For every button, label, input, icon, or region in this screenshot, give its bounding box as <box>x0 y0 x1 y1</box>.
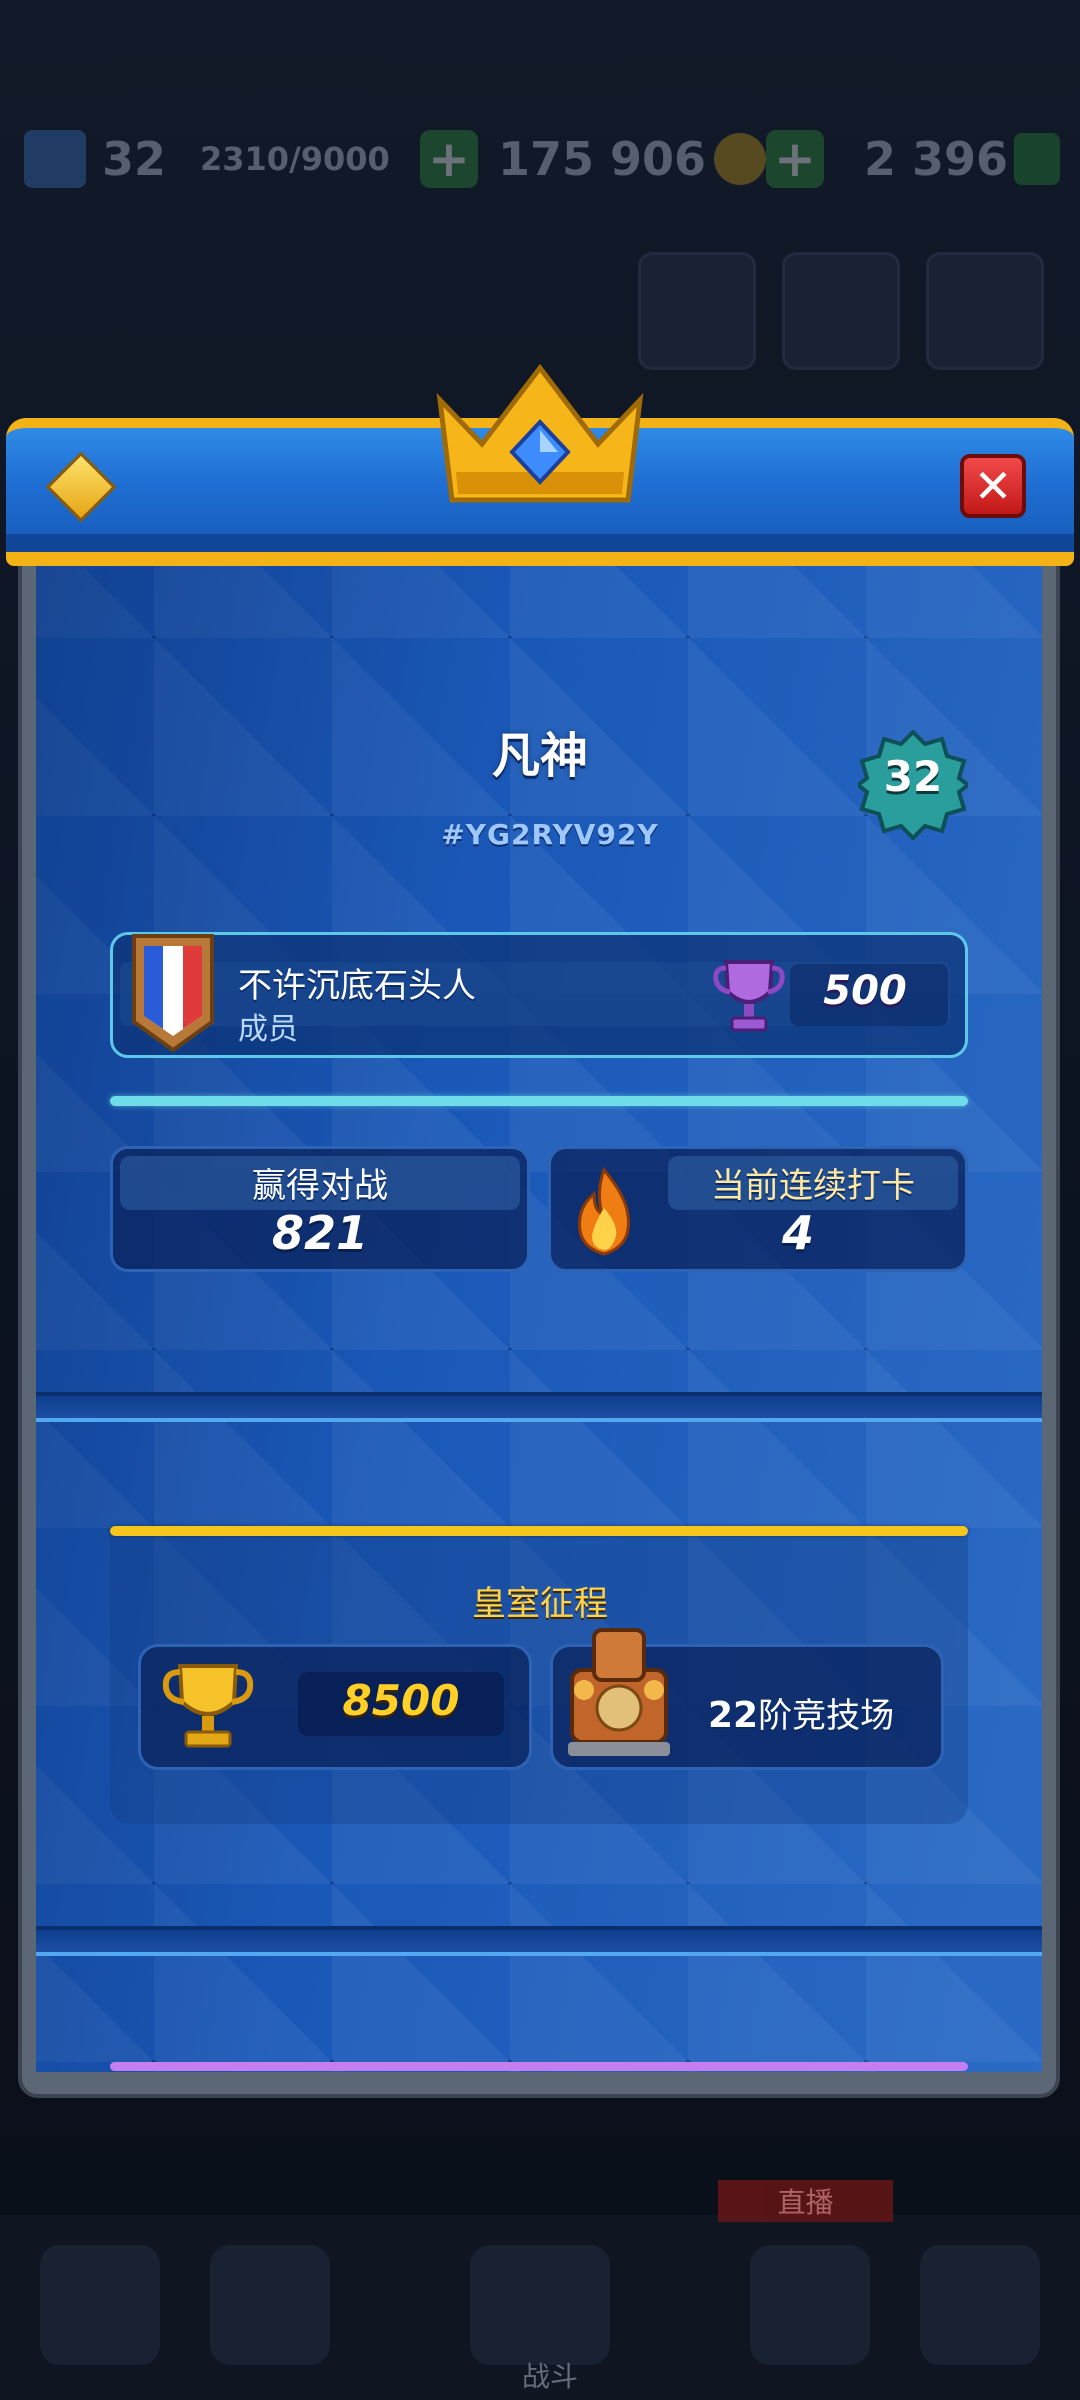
royal-path-divider <box>110 1526 968 1536</box>
arena-label: 22阶竞技场 <box>708 1688 894 1737</box>
clan-name: 不许沉底石头人 <box>238 966 476 1006</box>
hud-level: 32 <box>24 130 166 188</box>
tab-events <box>920 2245 1040 2365</box>
clan-badge-icon <box>132 934 214 1053</box>
menu-button <box>926 252 1044 370</box>
tab-battle <box>470 2245 610 2365</box>
bottom-divider <box>110 2062 968 2071</box>
gold-trophy-icon <box>162 1664 254 1748</box>
flame-icon <box>578 1167 630 1256</box>
tab-shop <box>40 2245 160 2365</box>
gem-green-icon <box>1014 133 1061 185</box>
news-button <box>782 252 900 370</box>
royal-path-title: 皇室征程 <box>472 1584 608 1624</box>
hud-gold-plus: + <box>420 130 478 188</box>
royal-path-trophy-count: 8500 <box>342 1676 460 1725</box>
streak-value: 4 <box>781 1206 814 1260</box>
clan-divider <box>110 1096 968 1106</box>
hud-gems-plus: + <box>766 130 824 188</box>
purple-trophy-icon <box>713 960 785 1032</box>
crown-gem-icon <box>436 363 644 503</box>
section-divider <box>36 1926 1042 1956</box>
hud-xp: 2310/9000 <box>200 140 390 178</box>
wins-value: 821 <box>271 1206 369 1260</box>
gold-coin-icon <box>714 133 767 185</box>
wins-label: 赢得对战 <box>252 1166 388 1206</box>
bottom-nav: 战斗 <box>0 2215 1080 2400</box>
player-tag[interactable]: #YG2RYV92Y <box>340 818 760 851</box>
tab-clan <box>750 2245 870 2365</box>
player-name: 凡神 <box>491 728 588 784</box>
streak-label: 当前连续打卡 <box>711 1166 915 1206</box>
hud-gold: + 175 906 <box>420 130 767 188</box>
clan-role: 成员 <box>238 1012 298 1047</box>
tab-cards <box>210 2245 330 2365</box>
arena-suffix: 阶竞技场 <box>758 1696 895 1736</box>
arena-number: 22 <box>708 1695 759 1736</box>
friends-button <box>638 252 756 370</box>
arena-icon <box>568 1628 670 1756</box>
top-hud: 32 2310/9000 + 175 906 + 2 396 <box>0 130 1080 190</box>
close-button[interactable]: ✕ <box>960 454 1026 518</box>
clan-trophy-count: 500 <box>823 968 907 1014</box>
level-value: 32 <box>883 752 943 801</box>
hud-gems: + 2 396 <box>766 130 1061 188</box>
section-divider <box>36 1392 1042 1422</box>
battle-tab-label: 战斗 <box>521 2360 578 2393</box>
hud-level-icon <box>24 130 86 188</box>
close-icon: ✕ <box>973 459 1013 513</box>
live-tag: 直播 <box>718 2180 893 2222</box>
